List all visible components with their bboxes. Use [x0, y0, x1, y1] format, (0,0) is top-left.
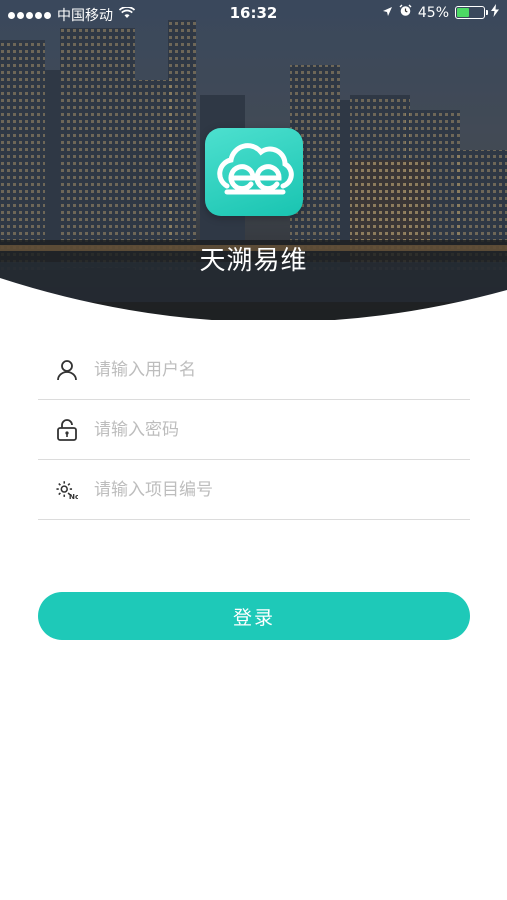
login-button[interactable]: 登录	[38, 592, 470, 640]
charging-bolt-icon	[491, 4, 499, 21]
carrier-name: 中国移动	[57, 8, 113, 24]
password-input[interactable]	[94, 409, 434, 450]
wifi-icon	[118, 6, 136, 23]
project-number-field[interactable]: No	[38, 460, 470, 520]
gear-no-icon: No	[56, 479, 78, 501]
app-logo	[205, 128, 303, 216]
battery-icon	[455, 6, 488, 19]
user-icon	[56, 359, 78, 381]
svg-text:No: No	[69, 492, 78, 501]
app-title: 天溯易维	[199, 246, 308, 276]
ee-cloud-logo-icon	[217, 143, 294, 195]
status-bar: 中国移动 16:32 45%	[0, 0, 507, 28]
lock-icon	[56, 418, 78, 441]
battery-percent: 45%	[417, 4, 449, 21]
project-number-input[interactable]	[94, 469, 434, 510]
location-arrow-icon	[382, 5, 393, 21]
username-input[interactable]	[94, 349, 434, 390]
username-field[interactable]	[38, 340, 470, 400]
alarm-clock-icon	[399, 4, 412, 21]
header-background: 中国移动 16:32 45% 天溯易维	[0, 0, 507, 320]
signal-strength-icon	[8, 11, 51, 19]
password-field[interactable]	[38, 400, 470, 460]
